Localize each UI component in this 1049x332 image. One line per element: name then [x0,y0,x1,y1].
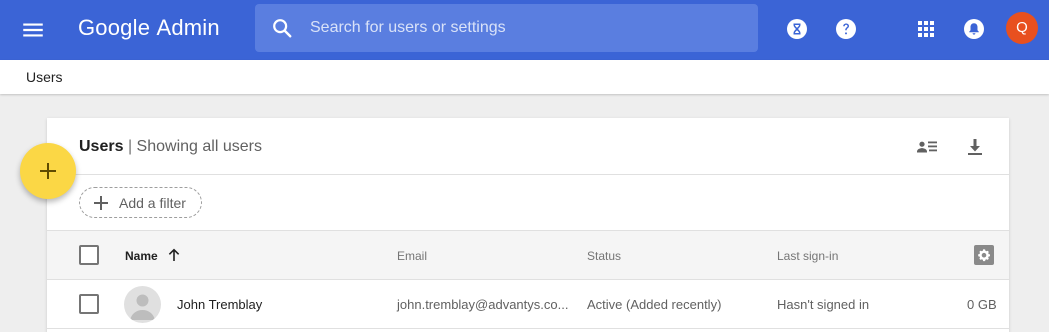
add-user-button[interactable] [20,143,76,199]
plus-icon [93,195,109,211]
download-icon[interactable] [963,135,987,159]
column-header-last-signin[interactable]: Last sign-in [777,249,838,263]
add-filter-label: Add a filter [119,195,186,211]
user-list-icon[interactable] [915,135,939,159]
user-status: Active (Added recently) [587,297,722,312]
add-filter-button[interactable]: Add a filter [79,187,202,218]
search-input[interactable] [310,4,750,52]
table-header: Name Email Status Last sign-in [47,231,1009,280]
card-header: Users | Showing all users [47,118,1009,175]
table-row[interactable]: John Tremblay john.tremblay@advantys.co.… [47,280,1009,329]
title-separator: | [127,138,133,155]
user-email: john.tremblay@advantys.co... [397,297,569,312]
hourglass-icon[interactable] [785,17,809,41]
row-checkbox[interactable] [79,294,99,314]
bell-icon[interactable] [962,17,986,41]
user-storage: 0 GB [967,297,997,312]
search-bar[interactable] [255,4,758,52]
filter-row: Add a filter [47,175,1009,231]
page-title: Users | Showing all users [79,138,262,156]
breadcrumb: Users [0,60,1049,94]
column-header-status[interactable]: Status [587,249,621,263]
users-card: Users | Showing all users Add a filter N… [47,118,1009,332]
select-all-checkbox[interactable] [79,245,99,265]
apps-grid-icon[interactable] [914,17,938,41]
avatar [124,286,161,323]
help-icon[interactable] [834,17,858,41]
plus-icon [40,163,56,179]
gear-icon[interactable] [974,245,994,265]
user-name[interactable]: John Tremblay [177,297,262,312]
title-label: Users [79,138,124,155]
top-app-bar: Google Admin Q [0,0,1049,60]
title-subtitle: Showing all users [136,138,262,155]
column-header-email[interactable]: Email [397,249,427,263]
search-icon[interactable] [271,17,293,39]
app-logo[interactable]: Google Admin [78,13,220,43]
breadcrumb-item-users[interactable]: Users [26,69,63,85]
menu-icon[interactable] [20,17,46,43]
arrow-up-icon[interactable] [166,247,182,263]
column-header-name[interactable]: Name [125,249,158,263]
user-last-signin: Hasn't signed in [777,297,870,312]
account-avatar[interactable]: Q [1006,12,1038,44]
